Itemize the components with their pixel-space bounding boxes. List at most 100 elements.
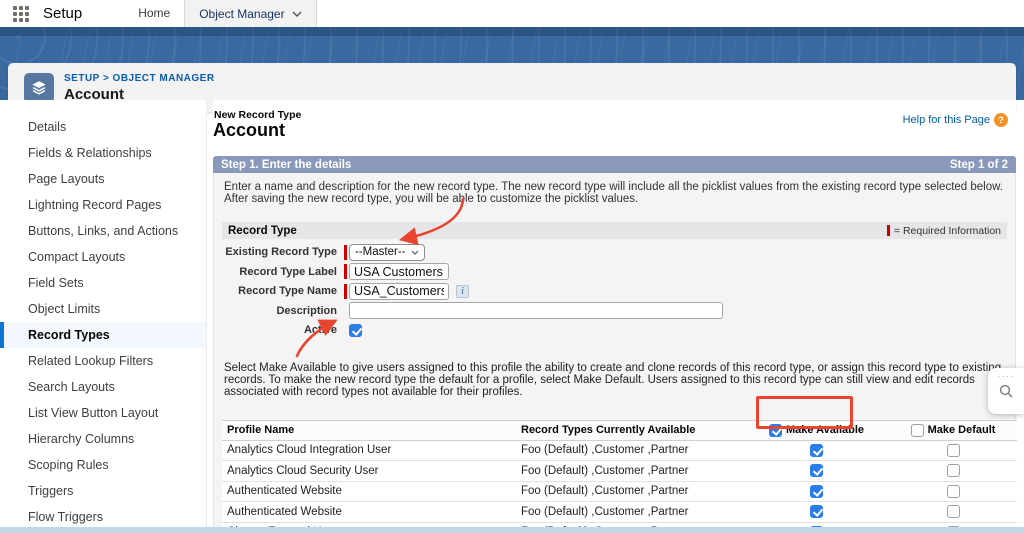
sidebar-item-list-view-button-layout[interactable]: List View Button Layout: [0, 400, 206, 426]
page-title: Account: [213, 120, 285, 140]
required-bar-icon: [344, 244, 347, 260]
page-bottom-edge: [0, 527, 1024, 533]
table-row: Analytics Cloud Security User Foo (Defau…: [222, 461, 1017, 482]
make-default-checkbox[interactable]: [946, 484, 960, 498]
make-available-header-label: Make Available: [785, 424, 865, 437]
record-type-section-title: Record Type: [228, 224, 297, 237]
table-row: Authenticated Website Foo (Default) ,Cus…: [222, 481, 1017, 502]
make-default-checkbox[interactable]: [946, 505, 960, 519]
col-profile-name: Profile Name: [227, 424, 295, 437]
screenshot-tool-widget[interactable]: ····: [988, 368, 1024, 414]
help-link-label[interactable]: Help for this Page: [903, 114, 990, 126]
sidebar-item-triggers[interactable]: Triggers: [0, 478, 206, 504]
chevron-down-icon: [412, 250, 419, 255]
table-row: Authenticated Website Foo (Default) ,Cus…: [222, 502, 1017, 523]
object-layers-icon: [24, 72, 54, 103]
info-icon[interactable]: i: [456, 284, 469, 298]
form-row-existing-record-type: Existing Record Type --Master--: [222, 243, 1007, 261]
setup-banner: SETUP > OBJECT MANAGER Account: [0, 27, 1024, 112]
col-record-types: Record Types Currently Available: [521, 424, 696, 437]
col-make-default: Make Default: [889, 423, 1017, 437]
col-make-available: Make Available: [744, 423, 889, 437]
table-row: Analytics Cloud Integration User Foo (De…: [222, 440, 1017, 461]
existing-record-type-select[interactable]: --Master--: [349, 243, 426, 261]
make-available-header-checkbox[interactable]: [768, 423, 782, 437]
record-type-name-label: Record Type Name: [238, 285, 337, 297]
make-available-checkbox[interactable]: [810, 464, 823, 478]
form-row-description: Description: [222, 302, 1007, 319]
record-type-label-label: Record Type Label: [239, 265, 337, 278]
sidebar-item-details[interactable]: Details: [0, 114, 206, 140]
record-types-cell: Foo (Default) ,Customer ,Partner: [521, 444, 689, 457]
make-available-checkbox[interactable]: [810, 443, 823, 457]
profiles-table: Profile Name Record Types Currently Avai…: [222, 420, 1017, 533]
tab-object-manager-label: Object Manager: [199, 6, 285, 21]
existing-record-type-label: Existing Record Type: [225, 246, 337, 258]
sidebar-item-fields-relationships[interactable]: Fields & Relationships: [0, 140, 206, 166]
app-bar: Setup Home Object Manager: [0, 0, 1024, 27]
record-types-cell: Foo (Default) ,Customer ,Partner: [521, 485, 689, 498]
step-title: Step 1. Enter the details: [221, 158, 352, 171]
required-information-note: = Required Information: [886, 224, 1001, 237]
make-default-header-checkbox[interactable]: [910, 423, 924, 437]
step-indicator: Step 1 of 2: [949, 158, 1008, 171]
sidebar-item-scoping-rules[interactable]: Scoping Rules: [0, 452, 206, 478]
record-type-form: Existing Record Type --Master-- Record T…: [222, 243, 1007, 338]
make-default-header-label: Make Default: [927, 424, 996, 437]
sidebar-item-object-limits[interactable]: Object Limits: [0, 296, 206, 322]
banner-top-strip: [0, 27, 1024, 36]
sidebar-item-lightning-record-pages[interactable]: Lightning Record Pages: [0, 192, 206, 218]
sidebar-item-search-layouts[interactable]: Search Layouts: [0, 374, 206, 400]
sidebar-item-record-types[interactable]: Record Types: [0, 322, 206, 348]
magnifier-icon[interactable]: [998, 383, 1014, 399]
step-description: Enter a name and description for the new…: [224, 181, 1003, 205]
description-label: Description: [276, 304, 337, 317]
profile-name-cell: Authenticated Website: [227, 505, 342, 518]
required-note-label: = Required Information: [893, 224, 1001, 237]
record-type-name-input[interactable]: [349, 282, 449, 300]
make-available-help-text: Select Make Available to give users assi…: [224, 362, 1002, 398]
main-content: New Record Type Account Help for this Pa…: [213, 100, 1017, 533]
profiles-table-header: Profile Name Record Types Currently Avai…: [222, 420, 1017, 441]
breadcrumb[interactable]: SETUP > OBJECT MANAGER: [64, 73, 215, 84]
sidebar-item-related-lookup-filters[interactable]: Related Lookup Filters: [0, 348, 206, 374]
active-checkbox[interactable]: [349, 323, 362, 337]
sidebar-item-hierarchy-columns[interactable]: Hierarchy Columns: [0, 426, 206, 452]
step-box: Step 1. Enter the details Step 1 of 2 En…: [213, 156, 1017, 533]
step-body: Enter a name and description for the new…: [213, 173, 1017, 533]
help-question-icon[interactable]: ?: [994, 113, 1008, 127]
description-input[interactable]: [349, 302, 723, 319]
sidebar-item-page-layouts[interactable]: Page Layouts: [0, 166, 206, 192]
make-default-checkbox[interactable]: [946, 464, 960, 478]
profile-name-cell: Authenticated Website: [227, 485, 342, 498]
existing-record-type-value: --Master--: [355, 246, 406, 258]
profile-name-cell: Analytics Cloud Integration User: [227, 444, 392, 457]
salesforce-setup-page: Setup Home Object Manager SETUP > OBJECT…: [0, 0, 1024, 533]
record-types-cell: Foo (Default) ,Customer ,Partner: [521, 505, 689, 518]
form-row-record-type-name: Record Type Name i: [222, 282, 1007, 300]
active-label: Active: [303, 324, 337, 336]
sidebar-item-compact-layouts[interactable]: Compact Layouts: [0, 244, 206, 270]
tab-home[interactable]: Home: [124, 0, 184, 27]
form-row-record-type-label: Record Type Label: [222, 263, 1007, 280]
required-bar-icon: [344, 283, 347, 299]
widget-dots: ····: [997, 372, 1015, 381]
make-default-checkbox[interactable]: [946, 443, 960, 457]
step-header: Step 1. Enter the details Step 1 of 2: [213, 156, 1016, 173]
tab-object-manager[interactable]: Object Manager: [184, 0, 317, 27]
make-available-checkbox[interactable]: [810, 505, 823, 519]
app-launcher-icon[interactable]: [13, 4, 33, 24]
profile-name-cell: Analytics Cloud Security User: [227, 464, 379, 477]
record-type-section-header: Record Type = Required Information: [222, 222, 1007, 239]
required-bar-icon: [344, 264, 347, 279]
required-bar-icon: [886, 225, 890, 236]
form-row-active: Active: [222, 322, 1007, 338]
sidebar-item-field-sets[interactable]: Field Sets: [0, 270, 206, 296]
make-available-checkbox[interactable]: [810, 484, 823, 498]
record-type-label-input[interactable]: [349, 263, 449, 280]
object-manager-sidebar: Details Fields & Relationships Page Layo…: [0, 100, 207, 527]
sidebar-item-buttons-links-actions[interactable]: Buttons, Links, and Actions: [0, 218, 206, 244]
chevron-down-icon: [292, 11, 302, 17]
record-types-cell: Foo (Default) ,Customer ,Partner: [521, 464, 689, 477]
help-for-this-page[interactable]: Help for this Page ?: [903, 113, 1008, 127]
